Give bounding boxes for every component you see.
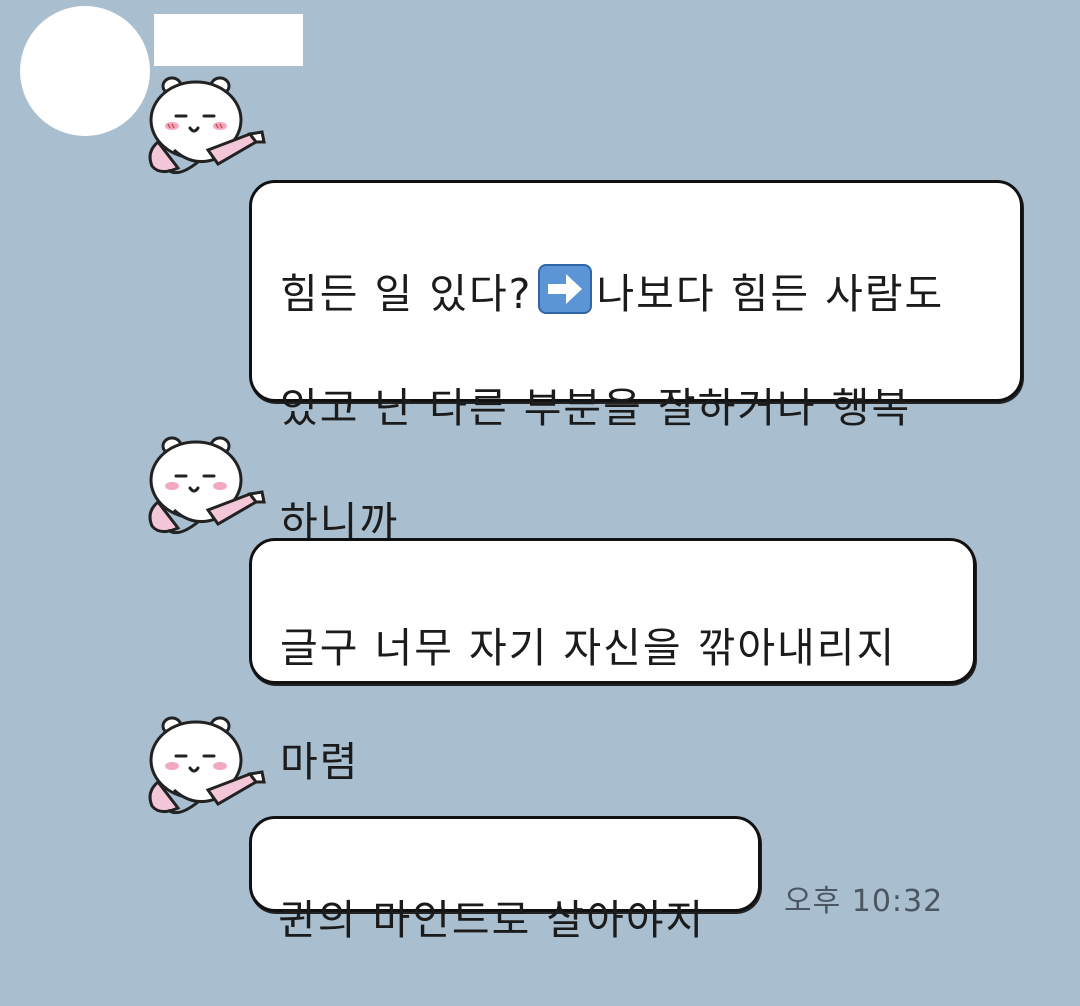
message-1-line-1: 힘든 일 있다? 나보다 힘든 사람도 [280,264,1000,323]
message-1-text-b: 나보다 힘든 사람도 [596,270,945,318]
arrow-right-emoji-icon [538,264,593,314]
message-bubble-3[interactable]: 퀸의 마인드로 살아야지 [249,816,761,944]
message-1-line-2: 있고 난 다른 부분을 잘하거나 행복 [280,384,912,432]
message-2-line-1: 글구 너무 자기 자신을 깎아내리지 [280,624,897,672]
message-timestamp: 오후 10:32 [784,884,944,919]
message-1-text-a: 힘든 일 있다? [280,270,533,318]
avatar[interactable] [20,6,150,136]
bear-sticker-icon [148,76,266,175]
message-bubble-2[interactable]: 글구 너무 자기 자신을 깎아내리지 마렴 [249,538,976,786]
chat-screen: 힘든 일 있다? 나보다 힘든 사람도 있고 난 다른 부분을 잘하거나 행복 하… [0,0,1080,944]
bear-sticker-icon [148,716,266,815]
message-3-line-1: 퀸의 마인드로 살아야지 [278,896,706,944]
message-bubble-1[interactable]: 힘든 일 있다? 나보다 힘든 사람도 있고 난 다른 부분을 잘하거나 행복 하… [249,180,1023,546]
sender-name-redacted [154,14,303,66]
message-2-line-2: 마렴 [280,738,360,786]
bear-sticker-icon [148,436,266,535]
